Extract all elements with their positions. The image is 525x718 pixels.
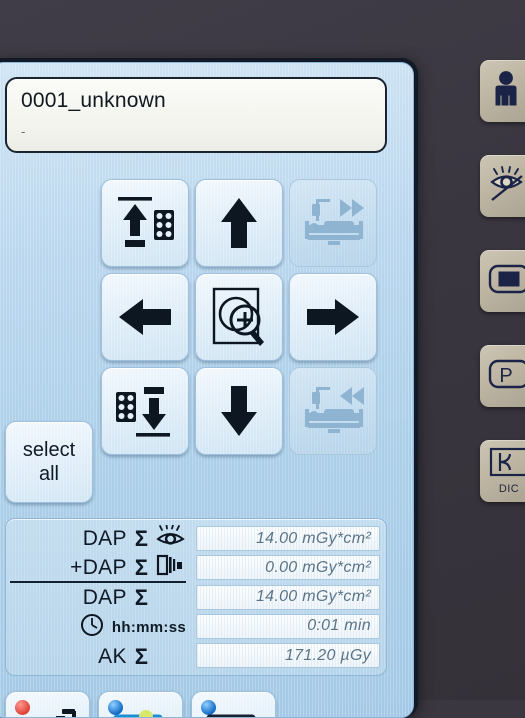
select-all-button[interactable]: select all — [5, 421, 93, 503]
person-icon — [492, 70, 525, 112]
printer-icon: Print — [206, 712, 268, 717]
up-arrow-to-line-with-dot-matrix-icon — [114, 194, 176, 252]
dicom-key[interactable]: DIC — [480, 440, 525, 502]
clock-icon — [80, 613, 104, 643]
dose-row-label-ak: AK Σ — [10, 643, 186, 671]
dose-value-column: 14.00 mGy*cm² 0.00 mGy*cm² 14.00 mGy*cm²… — [194, 519, 386, 675]
dose-label-text: AK — [98, 645, 127, 668]
radiography-bars-icon — [156, 554, 186, 582]
patient-name-text: 0001_unknown — [21, 89, 166, 112]
next-image-button[interactable] — [195, 367, 283, 455]
dose-row-label-dap-total: DAP Σ — [10, 584, 186, 612]
fluoro-off-key[interactable] — [480, 155, 525, 217]
hardware-key-column: P DIC — [480, 60, 525, 535]
dose-value-ak: 171.20 µGy — [196, 643, 380, 668]
left-arrow-icon — [117, 295, 173, 339]
bottom-action-row: USB — [5, 691, 276, 717]
dot-matrix-with-down-arrow-to-line-icon — [114, 382, 176, 440]
screen-surface: 0001_unknown - select all DAP Σ +DAP Σ D… — [0, 62, 414, 718]
print-button[interactable]: Print — [191, 691, 276, 717]
table-backward-button[interactable] — [289, 367, 377, 455]
eye-crossed-out-icon — [490, 165, 525, 207]
eye-icon — [156, 524, 186, 553]
letter-p-in-frame-icon: P — [488, 359, 525, 394]
last-image-hold-key[interactable] — [480, 250, 525, 312]
patient-subtitle-text: - — [21, 124, 26, 139]
jump-to-last-image-button[interactable] — [101, 367, 189, 455]
sigma-symbol: Σ — [134, 554, 148, 580]
usb-stick-icon — [28, 706, 84, 717]
magnifier-plus-icon — [210, 286, 268, 348]
dose-label-column: DAP Σ +DAP Σ DAP Σ hh:mm:ss AK Σ — [6, 519, 194, 675]
jump-to-first-image-button[interactable] — [101, 179, 189, 267]
up-arrow-icon — [217, 196, 261, 250]
patient-name-field[interactable]: 0001_unknown - — [5, 77, 387, 153]
image-viewer-button[interactable] — [98, 691, 183, 717]
dose-value-dap-total: 14.00 mGy*cm² — [196, 584, 380, 610]
dose-row-label-dap-fluoro: DAP Σ — [10, 524, 186, 553]
touchscreen-panel: 0001_unknown - select all DAP Σ +DAP Σ D… — [0, 58, 418, 718]
usb-export-button[interactable]: USB — [5, 691, 90, 717]
down-arrow-icon — [217, 384, 261, 438]
dose-value-dap-radiography: 0.00 mGy*cm² — [196, 555, 380, 581]
sigma-symbol: Σ — [134, 644, 148, 669]
dicom-key-caption: DIC — [498, 483, 520, 495]
dose-row-label-dap-radiography: +DAP Σ — [10, 554, 186, 583]
monitor-patient-icon — [113, 710, 173, 717]
previous-image-button[interactable] — [195, 179, 283, 267]
zoom-in-button[interactable] — [195, 273, 283, 361]
time-format-label: hh:mm:ss — [111, 619, 186, 636]
sigma-symbol: Σ — [134, 526, 148, 551]
patient-table-fast-forward-icon — [300, 195, 366, 251]
sigma-symbol: Σ — [134, 585, 148, 610]
svg-text:P: P — [499, 365, 512, 387]
select-all-line1: select — [22, 439, 76, 461]
table-forward-button[interactable] — [289, 179, 377, 267]
dose-panel: DAP Σ +DAP Σ DAP Σ hh:mm:ss AK Σ 14.00 m… — [5, 518, 387, 676]
patient-key[interactable] — [480, 60, 525, 122]
dicom-k-icon — [489, 447, 525, 482]
dose-label-text: DAP — [82, 527, 127, 550]
patient-table-rewind-icon — [300, 383, 366, 439]
dose-value-time: 0:01 min — [196, 613, 380, 639]
right-arrow-icon — [305, 295, 361, 339]
dose-label-text: +DAP — [70, 555, 127, 579]
dose-value-dap-fluoro: 14.00 mGy*cm² — [196, 526, 380, 551]
program-key[interactable]: P — [480, 345, 525, 407]
navigation-pad — [101, 179, 377, 455]
dose-row-label-time: hh:mm:ss — [10, 613, 186, 643]
next-series-button[interactable] — [289, 273, 377, 361]
dose-label-text: DAP — [82, 586, 127, 609]
filled-square-in-frame-icon — [488, 264, 525, 299]
select-all-line2: all — [38, 463, 59, 485]
previous-series-button[interactable] — [101, 273, 189, 361]
